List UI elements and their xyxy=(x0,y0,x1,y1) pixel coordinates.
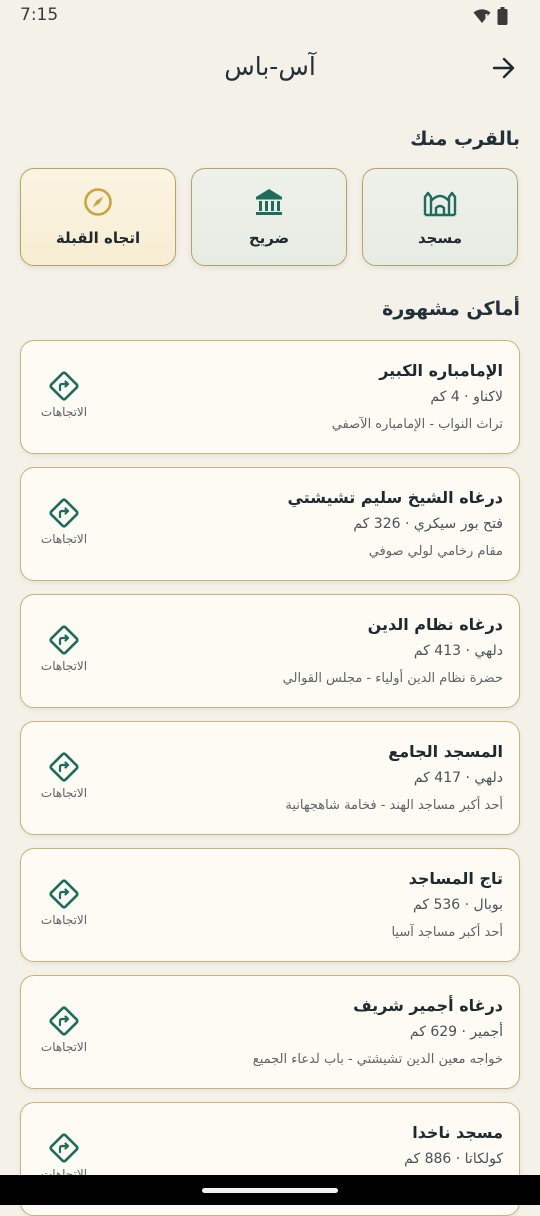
shrine-card[interactable]: ضريح xyxy=(191,168,347,266)
nearby-section-title: بالقرب منك xyxy=(410,128,520,150)
place-location-distance: أجمير · 629 كم xyxy=(409,1024,503,1040)
qibla-card-label: اتجاه القبلة xyxy=(55,229,141,247)
directions-button[interactable]: الاتجاهات xyxy=(35,625,93,673)
place-card[interactable]: درغاه الشيخ سليم تشيشتي فتح بور سيكري · 3… xyxy=(20,467,520,581)
directions-icon xyxy=(49,752,79,782)
place-name: المسجد الجامع xyxy=(388,742,503,761)
directions-icon xyxy=(49,371,79,401)
place-location-distance: دلهي · 417 كم xyxy=(413,770,503,786)
place-name: مسجد ناخدا xyxy=(412,1123,503,1142)
directions-label: الاتجاهات xyxy=(40,786,88,800)
directions-icon xyxy=(49,1006,79,1036)
place-description: خواجه معين الدين تشيشتي - باب لدعاء الجم… xyxy=(252,1052,503,1067)
app-bar: آس-باس xyxy=(0,44,540,92)
directions-button[interactable]: الاتجاهات xyxy=(35,879,93,927)
page-title: آس-باس xyxy=(224,52,316,81)
place-location-distance: دلهي · 413 كم xyxy=(413,643,503,659)
directions-icon xyxy=(49,879,79,909)
home-handle[interactable] xyxy=(202,1188,338,1193)
wifi-icon xyxy=(473,9,491,23)
place-description: أحد أكبر مساجد الهند - فخامة شاهجهانية xyxy=(285,798,503,813)
place-name: درغاه أجمير شريف xyxy=(353,996,503,1015)
mosque-icon xyxy=(423,191,457,217)
place-location-distance: بوبال · 536 كم xyxy=(413,897,503,913)
place-location-distance: فتح بور سيكري · 326 كم xyxy=(353,516,503,532)
famous-section-title: أماكن مشهورة xyxy=(382,298,520,320)
directions-label: الاتجاهات xyxy=(40,405,88,419)
mosque-card-label: مسجد xyxy=(417,229,463,247)
status-bar: 7:15 xyxy=(0,0,540,32)
place-description: مقام رخامي لولي صوفي xyxy=(368,544,503,559)
directions-button[interactable]: الاتجاهات xyxy=(35,752,93,800)
place-name: درغاه الشيخ سليم تشيشتي xyxy=(287,488,503,507)
shrine-icon xyxy=(256,189,282,215)
qibla-card[interactable]: اتجاه القبلة xyxy=(20,168,176,266)
place-location-distance: كولكاتا · 886 كم xyxy=(404,1151,503,1167)
arrow-right-icon xyxy=(492,57,515,79)
directions-label: الاتجاهات xyxy=(40,532,88,546)
battery-icon xyxy=(497,7,508,25)
navigation-bar xyxy=(0,1175,540,1205)
back-button[interactable] xyxy=(488,52,520,84)
place-description: حضرة نظام الدين أولياء - مجلس القوالي xyxy=(282,671,503,686)
directions-label: الاتجاهات xyxy=(40,913,88,927)
mosque-card[interactable]: مسجد xyxy=(362,168,518,266)
status-time: 7:15 xyxy=(20,5,59,25)
place-card[interactable]: تاج المساجد بوبال · 536 كم أحد أكبر مساجد … xyxy=(20,848,520,962)
place-name: الإمامباره الكبير xyxy=(379,361,503,380)
directions-label: الاتجاهات xyxy=(40,659,88,673)
quick-categories: مسجد ضريح اتجاه القبلة xyxy=(20,168,520,268)
place-card[interactable]: درغاه نظام الدين دلهي · 413 كم حضرة نظام ا… xyxy=(20,594,520,708)
place-card[interactable]: الإمامباره الكبير لاكناو · 4 كم تراث النوا… xyxy=(20,340,520,454)
place-card[interactable]: درغاه أجمير شريف أجمير · 629 كم خواجه معين… xyxy=(20,975,520,1089)
directions-button[interactable]: الاتجاهات xyxy=(35,1006,93,1054)
place-location-distance: لاكناو · 4 كم xyxy=(430,389,503,405)
shrine-card-label: ضريح xyxy=(248,229,290,247)
directions-button[interactable]: الاتجاهات xyxy=(35,498,93,546)
place-card[interactable]: المسجد الجامع دلهي · 417 كم أحد أكبر مساجد… xyxy=(20,721,520,835)
place-name: درغاه نظام الدين xyxy=(367,615,503,634)
directions-button[interactable]: الاتجاهات xyxy=(35,1133,93,1181)
directions-icon xyxy=(49,1133,79,1163)
directions-icon xyxy=(49,625,79,655)
place-description: تراث النواب - الإمامباره الآصفي xyxy=(331,417,503,432)
place-name: تاج المساجد xyxy=(408,869,503,888)
place-description: أحد أكبر مساجد آسيا xyxy=(391,925,503,940)
compass-icon xyxy=(84,188,112,216)
status-icons xyxy=(473,7,508,25)
directions-label: الاتجاهات xyxy=(40,1040,88,1054)
directions-button[interactable]: الاتجاهات xyxy=(35,371,93,419)
directions-icon xyxy=(49,498,79,528)
